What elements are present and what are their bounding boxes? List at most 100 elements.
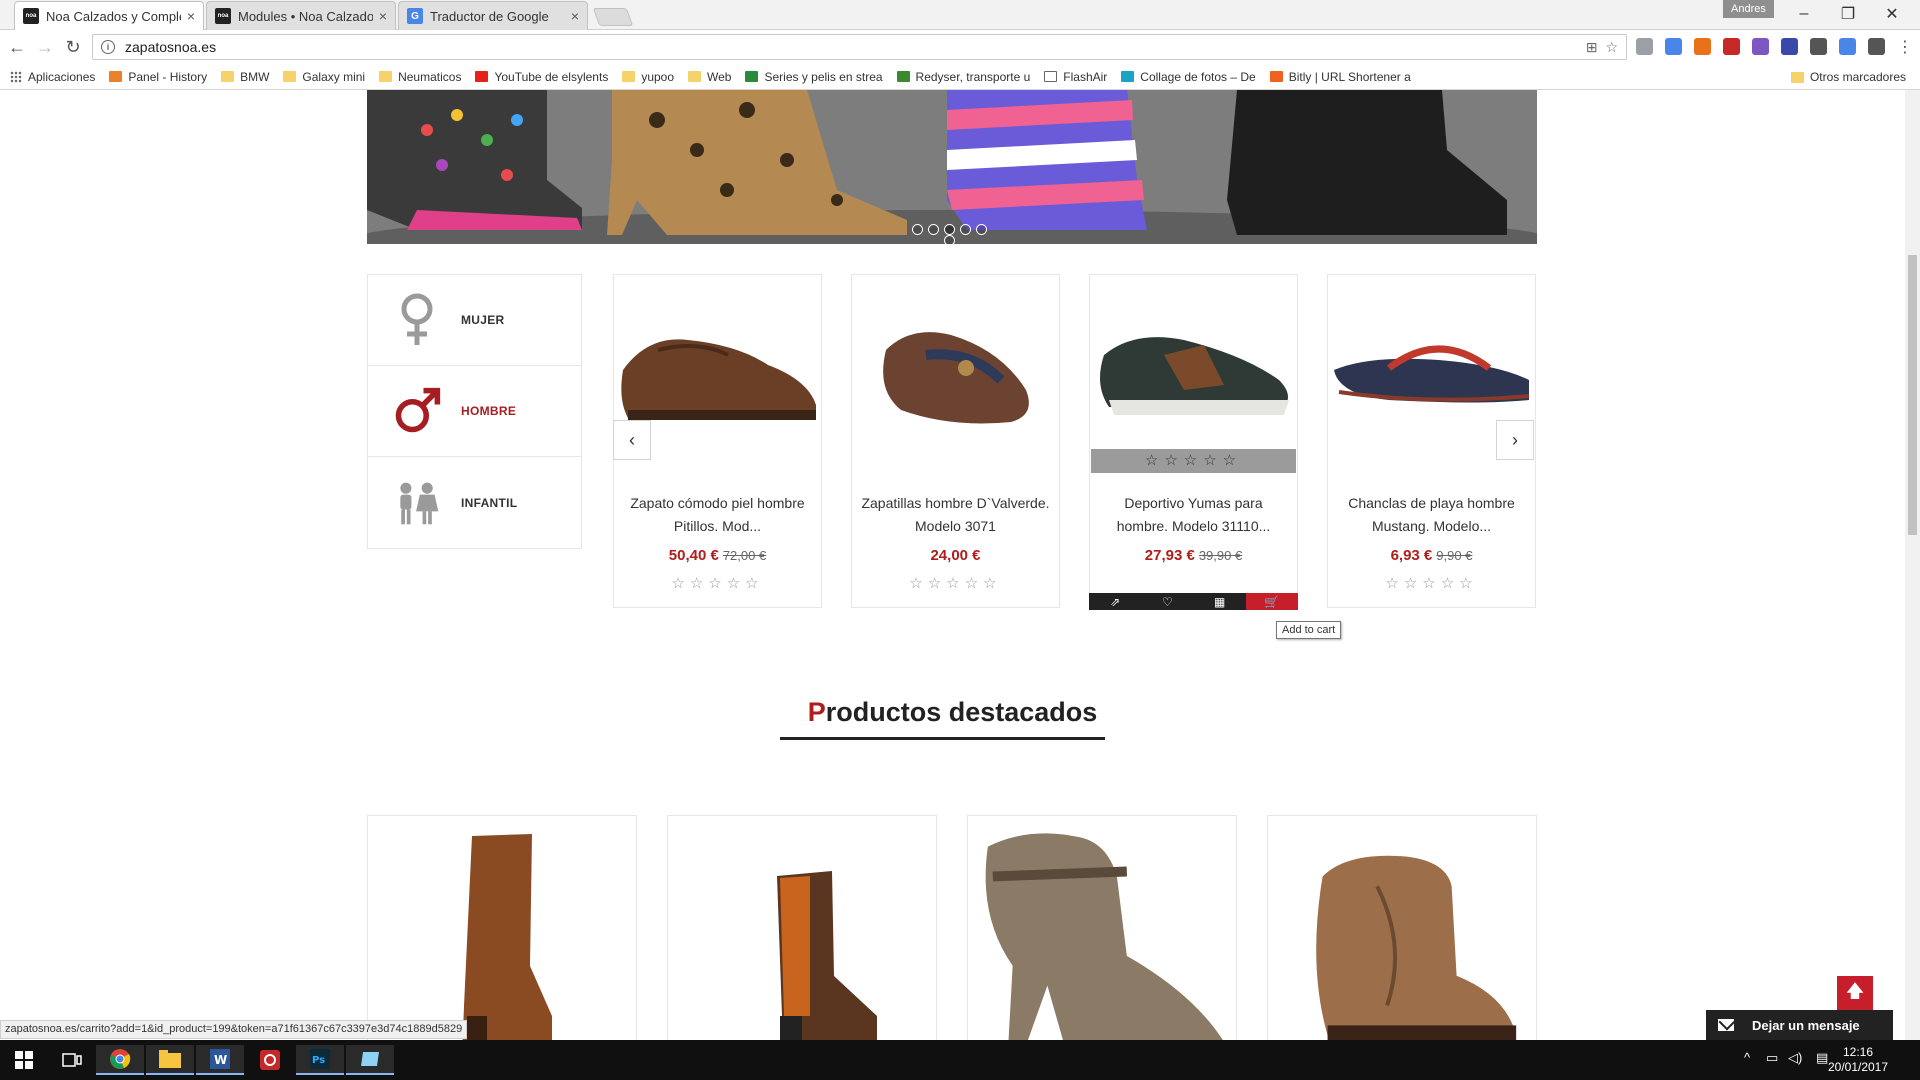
extension-icon[interactable] [1723,38,1740,55]
bookmark-item[interactable]: Aplicaciones [10,70,95,84]
bookmark-item[interactable]: Redyser, transporte u [896,70,1030,84]
forward-arrow-icon[interactable]: → [32,34,58,60]
minimize-button[interactable]: – [1782,2,1826,26]
back-arrow-icon[interactable]: ← [4,34,30,60]
address-bar[interactable]: i zapatosnoa.es ⊞ ☆ [92,34,1627,60]
site-info-icon[interactable]: i [101,40,115,54]
featured-product-card[interactable] [367,815,637,1040]
extension-icon[interactable] [1752,38,1769,55]
carousel-prev-button[interactable]: ‹ [613,420,651,460]
bookmark-item[interactable]: yupoo [622,70,674,84]
tab-close-icon[interactable]: × [379,8,387,24]
tab-noa-calzados[interactable]: noa Noa Calzados y Complem × [14,1,204,30]
product-name[interactable]: Chanclas de playa hombre Mustang. Modelo… [1336,492,1527,538]
category-hombre[interactable]: HOMBRE [368,366,581,457]
bookmark-item[interactable]: Web [688,70,731,84]
page-icon [1044,71,1058,82]
extension-icon[interactable] [1810,38,1827,55]
folder-icon [1790,71,1804,83]
chrome-taskbar-icon[interactable] [96,1045,144,1075]
category-infantil[interactable]: INFANTIL [368,457,581,548]
product-image[interactable] [1268,816,1536,1040]
slider-dot[interactable] [960,224,971,235]
hero-slider[interactable] [367,90,1537,244]
tab-close-icon[interactable]: × [571,8,579,24]
product-name[interactable]: Zapatillas hombre D`Valverde. Modelo 307… [860,492,1051,538]
slider-dot[interactable] [912,224,923,235]
product-name[interactable]: Deportivo Yumas para hombre. Modelo 3111… [1098,492,1289,538]
tab-modules[interactable]: noa Modules • Noa Calzados × [206,1,396,30]
taskbar-clock[interactable]: 12:16 20/01/2017 [1823,1045,1893,1075]
slider-dot-extra[interactable] [944,235,955,244]
extension-icon[interactable] [1781,38,1798,55]
featured-product-card[interactable] [667,815,937,1040]
carousel-next-button[interactable]: › [1496,420,1534,460]
restore-button[interactable]: ❐ [1826,2,1870,26]
product-name[interactable]: Zapato cómodo piel hombre Pitillos. Mod.… [622,492,813,538]
quick-view-icon[interactable]: ⇗ [1089,593,1141,610]
slider-dot[interactable] [976,224,987,235]
bookmark-item[interactable]: Panel - History [109,70,207,84]
product-card[interactable]: Zapatillas hombre D`Valverde. Modelo 307… [851,274,1060,608]
photoshop-icon[interactable]: Ps [296,1045,344,1075]
slider-dot[interactable] [928,224,939,235]
extension-icon[interactable] [1636,38,1653,55]
bookmark-star-icon[interactable]: ☆ [1605,39,1618,56]
product-card[interactable]: ☆☆☆☆☆ Deportivo Yumas para hombre. Model… [1089,274,1298,610]
female-icon [392,293,442,345]
app-blue-icon[interactable] [346,1045,394,1075]
product-image[interactable] [1090,275,1297,465]
url-text[interactable]: zapatosnoa.es [125,39,1578,55]
product-image[interactable] [402,816,602,1040]
page-scrollbar[interactable] [1905,90,1920,1040]
product-image[interactable] [702,816,902,1040]
tab-google-translate[interactable]: G Traductor de Google × [398,1,588,30]
extension-icon[interactable] [1694,38,1711,55]
close-window-button[interactable]: ✕ [1870,2,1914,26]
rating-stars-icon: ☆☆☆☆☆ [671,575,764,592]
bookmark-item[interactable]: Series y pelis en strea [745,70,883,84]
rating-stars-icon: ☆☆☆☆☆ [1385,575,1478,592]
wishlist-heart-icon[interactable]: ♡ [1141,593,1193,610]
reload-icon[interactable]: ↻ [60,34,86,60]
bookmark-item[interactable]: Collage de fotos – De [1121,70,1256,84]
word-icon[interactable]: W [196,1045,244,1075]
category-mujer[interactable]: MUJER [368,275,581,366]
featured-product-card[interactable] [967,815,1237,1040]
product-image[interactable] [968,816,1236,1040]
bookmark-item[interactable]: YouTube de elsylents [475,70,608,84]
tray-chevron-icon[interactable]: ^ [1744,1050,1750,1065]
boots-banner-image [367,90,1537,244]
extension-icon[interactable] [1839,38,1856,55]
network-icon[interactable]: ▭ [1766,1050,1778,1066]
bookmark-item[interactable]: Galaxy mini [283,70,365,84]
product-image[interactable] [852,275,1059,465]
tab-close-icon[interactable]: × [187,8,195,24]
add-to-cart-icon[interactable]: 🛒 [1245,593,1298,610]
task-view-icon[interactable] [48,1045,96,1075]
extension-icon[interactable] [1868,38,1885,55]
bitly-icon [1269,71,1283,82]
volume-icon[interactable]: ◁) [1788,1050,1802,1066]
bookmark-item[interactable]: Neumaticos [379,70,461,84]
product-price: 6,93 €9,90 € [1390,547,1473,564]
featured-product-card[interactable] [1267,815,1537,1040]
new-tab-button[interactable] [592,8,634,26]
compare-chart-icon[interactable]: ▦ [1194,593,1246,610]
windows-start-icon[interactable] [0,1045,48,1075]
bookmark-item[interactable]: FlashAir [1044,70,1107,84]
apps-icon [10,70,22,83]
menu-dots-icon[interactable]: ⋮ [1892,34,1918,60]
profile-button[interactable]: Andres [1723,0,1774,18]
back-to-top-button[interactable]: 🡅 [1837,976,1873,1012]
app-red-icon[interactable] [246,1045,294,1075]
file-explorer-icon[interactable] [146,1045,194,1075]
scrollbar-thumb[interactable] [1908,255,1917,535]
bookmark-item[interactable]: Bitly | URL Shortener a [1269,70,1411,84]
extension-icon[interactable] [1665,38,1682,55]
slider-dot[interactable] [944,224,955,235]
other-bookmarks[interactable]: Otros marcadores [1790,70,1906,84]
translate-page-icon[interactable]: ⊞ [1586,39,1598,56]
leave-message-chat-button[interactable]: Dejar un mensaje [1706,1010,1893,1040]
bookmark-item[interactable]: BMW [221,70,269,84]
